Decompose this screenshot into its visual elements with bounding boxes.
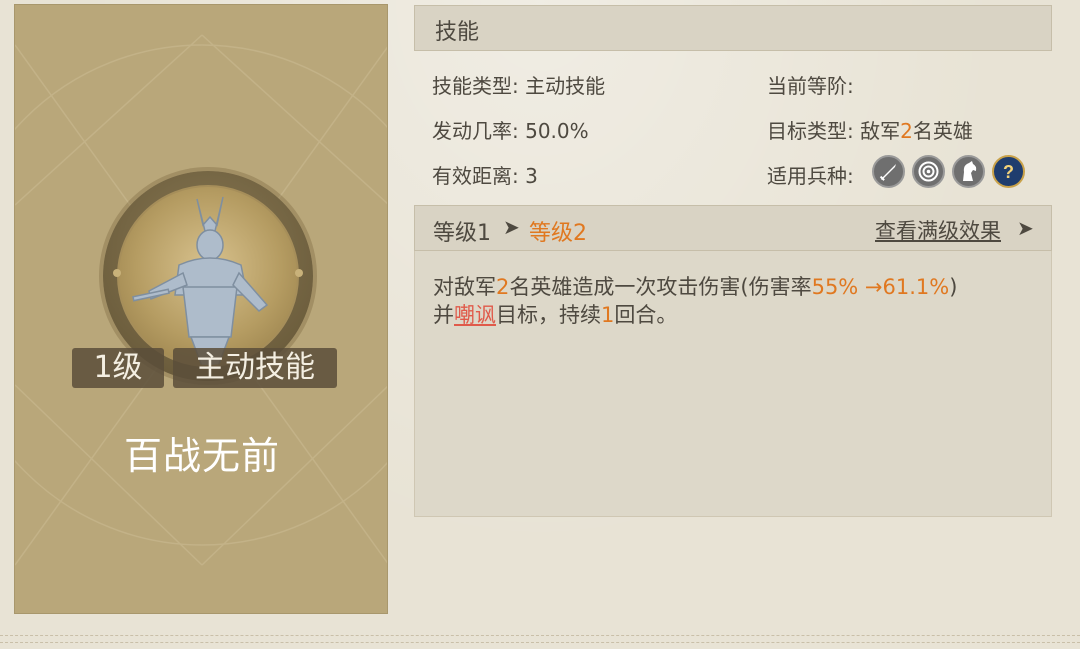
bottom-border: [0, 635, 1080, 643]
skill-type-value: 主动技能: [525, 74, 606, 98]
skill-description-panel: 对敌军2名英雄造成一次攻击伤害(伤害率55% →61.1%) 并嘲讽目标，持续1…: [414, 251, 1052, 517]
skill-section-header: 技能: [414, 5, 1052, 51]
skill-type-row: 技能类型: 主动技能: [432, 70, 605, 99]
level-arrow-icon: ➤: [503, 215, 520, 239]
view-max-level-link[interactable]: 查看满级效果: [875, 215, 1001, 245]
desc-text: 回合。: [614, 303, 678, 327]
target-type-prefix: 敌军: [860, 119, 901, 143]
bow-target-icon[interactable]: [912, 155, 945, 188]
trigger-rate-value: 50.0%: [525, 119, 589, 143]
range-value: 3: [525, 164, 538, 188]
taunt-effect-link[interactable]: 嘲讽: [454, 303, 496, 327]
skill-card: 1级 主动技能 百战无前: [14, 4, 388, 614]
target-type-count: 2: [900, 119, 913, 143]
description-line-2: 并嘲讽目标，持续1回合。: [433, 299, 677, 329]
desc-target-count: 2: [496, 275, 510, 299]
range-label: 有效距离:: [432, 164, 519, 188]
description-line-1: 对敌军2名英雄造成一次攻击伤害(伤害率55% →61.1%): [433, 271, 957, 301]
horse-icon[interactable]: [952, 155, 985, 188]
troop-type-row: 适用兵种:: [767, 160, 854, 189]
question-icon[interactable]: ?: [992, 155, 1025, 188]
skill-level-badge: 1级: [72, 348, 164, 388]
target-type-label: 目标类型:: [767, 119, 854, 143]
portrait-frame: [117, 185, 299, 367]
next-level: 等级2: [529, 221, 587, 246]
view-max-arrow-icon[interactable]: ➤: [1017, 216, 1034, 240]
skill-type-badge: 主动技能: [173, 348, 337, 388]
trigger-rate-row: 发动几率: 50.0%: [432, 115, 589, 144]
range-row: 有效距离: 3: [432, 160, 538, 189]
skill-type-label: 技能类型:: [432, 74, 519, 98]
troop-type-label: 适用兵种:: [767, 164, 854, 188]
svg-text:?: ?: [1003, 162, 1014, 182]
desc-damage-rate: 55% →61.1%: [811, 275, 950, 299]
ring-stud-left: [113, 269, 121, 277]
desc-text: 并: [433, 303, 454, 327]
section-title: 技能: [435, 20, 480, 45]
skill-name: 百战无前: [123, 434, 280, 478]
trigger-rate-label: 发动几率:: [432, 119, 519, 143]
sword-icon[interactable]: [872, 155, 905, 188]
level-bar: 等级1 ➤ 等级2 查看满级效果 ➤: [414, 205, 1052, 251]
desc-text: ): [949, 275, 958, 299]
ring-stud-right: [295, 269, 303, 277]
current-rank-row: 当前等阶:: [767, 70, 854, 99]
desc-duration: 1: [601, 303, 615, 327]
current-level: 等级1: [433, 221, 491, 246]
target-type-row: 目标类型: 敌军2名英雄: [767, 115, 973, 144]
current-rank-label: 当前等阶:: [767, 74, 854, 98]
desc-text: 对敌军: [433, 275, 496, 299]
desc-text: 目标，持续: [496, 303, 601, 327]
target-type-suffix: 名英雄: [912, 119, 973, 143]
samurai-icon: [132, 196, 269, 365]
desc-text: 名英雄造成一次攻击伤害(伤害率: [509, 275, 812, 299]
